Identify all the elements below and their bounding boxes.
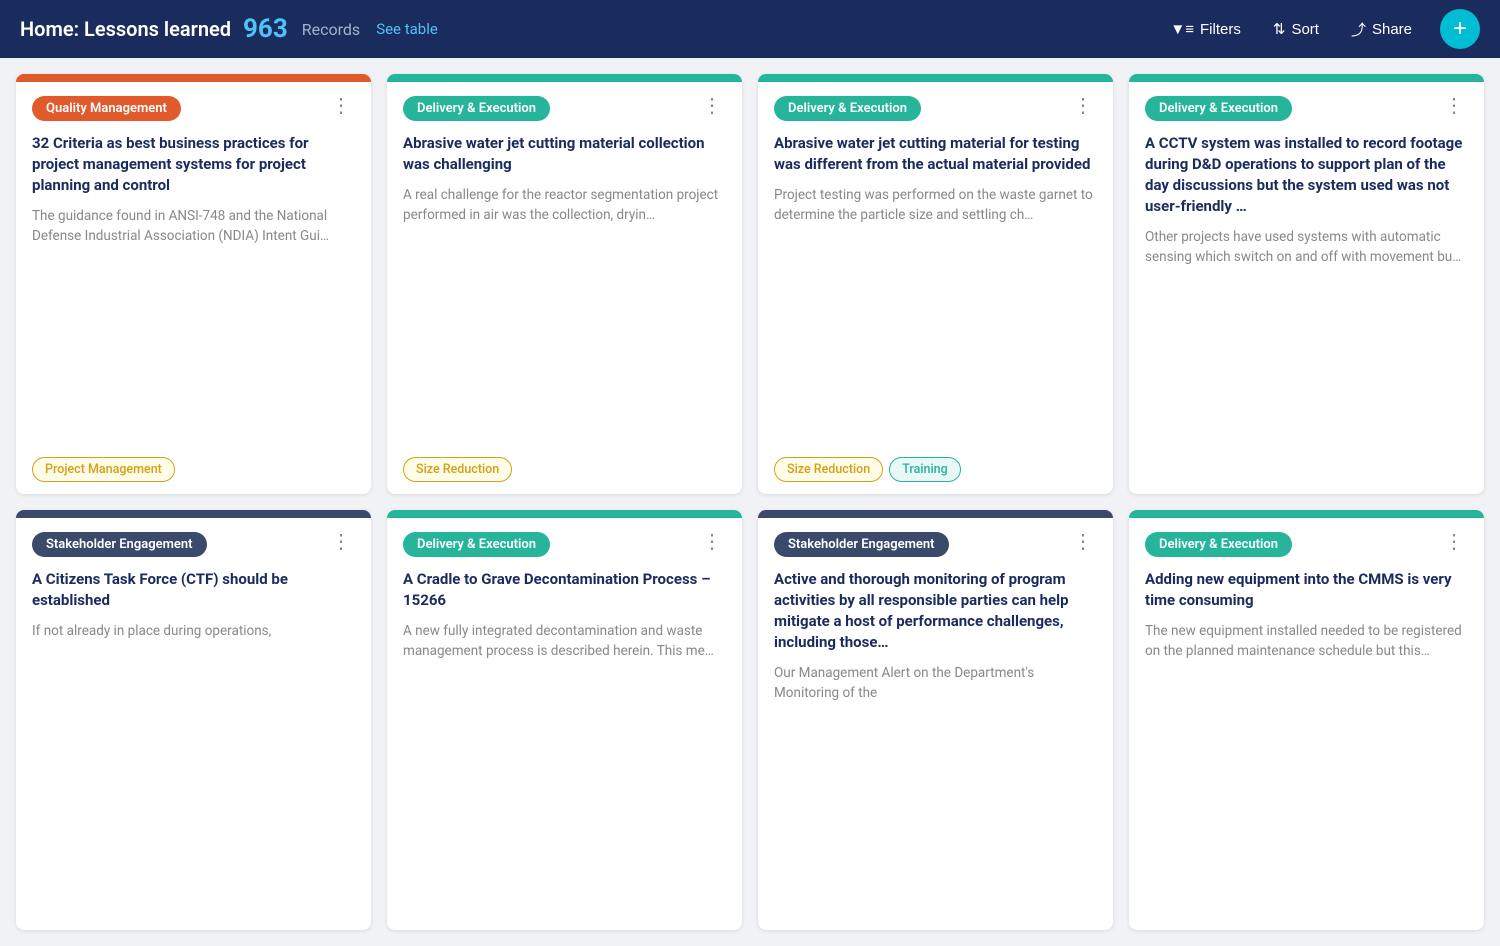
card-header-row: Delivery & Execution ⋮ — [403, 532, 726, 557]
card-tag: Training — [889, 457, 961, 482]
card-menu-button[interactable]: ⋮ — [1069, 532, 1097, 552]
card-item: Stakeholder Engagement ⋮ Active and thorou… — [758, 510, 1113, 930]
share-icon: ⤴ — [1351, 19, 1366, 40]
card-body: Delivery & Execution ⋮ A CCTV system was i… — [1129, 82, 1484, 494]
card-tags: Size Reduction — [403, 447, 726, 482]
card-title: Active and thorough monitoring of progra… — [774, 569, 1097, 653]
card-badge: Stakeholder Engagement — [32, 532, 207, 557]
card-title: Abrasive water jet cutting material coll… — [403, 133, 726, 175]
card-menu-button[interactable]: ⋮ — [327, 532, 355, 552]
card-tags: Size ReductionTraining — [774, 447, 1097, 482]
card-badge: Delivery & Execution — [774, 96, 921, 121]
card-top-bar — [387, 510, 742, 518]
card-top-bar — [758, 510, 1113, 518]
card-description: A new fully integrated decontamination a… — [403, 621, 726, 918]
card-description: The guidance found in ANSI-748 and the N… — [32, 206, 355, 433]
card-tags: Project Management — [32, 447, 355, 482]
card-description: If not already in place during operation… — [32, 621, 355, 918]
card-body: Stakeholder Engagement ⋮ Active and thorou… — [758, 518, 1113, 930]
card-header-row: Delivery & Execution ⋮ — [1145, 96, 1468, 121]
card-top-bar — [1129, 74, 1484, 82]
card-top-bar — [16, 74, 371, 82]
card-menu-button[interactable]: ⋮ — [327, 96, 355, 116]
sort-label: Sort — [1291, 21, 1319, 38]
card-header-row: Delivery & Execution ⋮ — [403, 96, 726, 121]
card-body: Stakeholder Engagement ⋮ A Citizens Task F… — [16, 518, 371, 930]
card-top-bar — [1129, 510, 1484, 518]
card-badge: Delivery & Execution — [403, 532, 550, 557]
card-title: 32 Criteria as best business practices f… — [32, 133, 355, 196]
card-tag: Project Management — [32, 457, 175, 482]
card-header-row: Delivery & Execution ⋮ — [774, 96, 1097, 121]
record-count: 963 — [243, 14, 288, 44]
sort-button[interactable]: ⇅ Sort — [1263, 14, 1329, 44]
card-description: Project testing was performed on the was… — [774, 185, 1097, 433]
card-menu-button[interactable]: ⋮ — [1069, 96, 1097, 116]
card-title: A CCTV system was installed to record fo… — [1145, 133, 1468, 217]
card-item: Delivery & Execution ⋮ A CCTV system was i… — [1129, 74, 1484, 494]
card-menu-button[interactable]: ⋮ — [1440, 532, 1468, 552]
card-item: Delivery & Execution ⋮ Abrasive water jet … — [758, 74, 1113, 494]
card-top-bar — [16, 510, 371, 518]
card-header-row: Quality Management ⋮ — [32, 96, 355, 121]
card-body: Delivery & Execution ⋮ A Cradle to Grave D… — [387, 518, 742, 930]
card-menu-button[interactable]: ⋮ — [1440, 96, 1468, 116]
card-body: Delivery & Execution ⋮ Abrasive water jet … — [758, 82, 1113, 494]
card-item: Delivery & Execution ⋮ Abrasive water jet … — [387, 74, 742, 494]
card-item: Delivery & Execution ⋮ A Cradle to Grave D… — [387, 510, 742, 930]
cards-grid: Quality Management ⋮ 32 Criteria as best b… — [0, 58, 1500, 946]
card-header-row: Delivery & Execution ⋮ — [1145, 532, 1468, 557]
card-badge: Delivery & Execution — [1145, 96, 1292, 121]
card-description: The new equipment installed needed to be… — [1145, 621, 1468, 918]
filters-label: Filters — [1200, 21, 1241, 38]
card-top-bar — [387, 74, 742, 82]
card-header-row: Stakeholder Engagement ⋮ — [32, 532, 355, 557]
share-label: Share — [1372, 21, 1412, 38]
card-menu-button[interactable]: ⋮ — [698, 96, 726, 116]
card-title: Abrasive water jet cutting material for … — [774, 133, 1097, 175]
card-badge: Delivery & Execution — [403, 96, 550, 121]
card-tag: Size Reduction — [403, 457, 512, 482]
card-top-bar — [758, 74, 1113, 82]
card-item: Delivery & Execution ⋮ Adding new equipmen… — [1129, 510, 1484, 930]
add-button[interactable]: + — [1440, 9, 1480, 49]
card-description: Our Management Alert on the Department's… — [774, 663, 1097, 918]
card-title: A Citizens Task Force (CTF) should be es… — [32, 569, 355, 611]
card-title: Adding new equipment into the CMMS is ve… — [1145, 569, 1468, 611]
share-button[interactable]: ⤴ Share — [1341, 13, 1422, 46]
app-header: Home: Lessons learned 963 Records See ta… — [0, 0, 1500, 58]
card-body: Quality Management ⋮ 32 Criteria as best b… — [16, 82, 371, 494]
card-body: Delivery & Execution ⋮ Abrasive water jet … — [387, 82, 742, 494]
filter-icon: ▼≡ — [1170, 21, 1194, 38]
card-badge: Stakeholder Engagement — [774, 532, 949, 557]
card-header-row: Stakeholder Engagement ⋮ — [774, 532, 1097, 557]
card-badge: Quality Management — [32, 96, 181, 121]
filters-button[interactable]: ▼≡ Filters — [1160, 15, 1250, 44]
card-menu-button[interactable]: ⋮ — [698, 532, 726, 552]
records-label: Records — [302, 20, 360, 39]
card-tag: Size Reduction — [774, 457, 883, 482]
card-description: Other projects have used systems with au… — [1145, 227, 1468, 482]
page-title: Home: Lessons learned — [20, 17, 231, 41]
see-table-link[interactable]: See table — [376, 20, 438, 38]
card-body: Delivery & Execution ⋮ Adding new equipmen… — [1129, 518, 1484, 930]
sort-icon: ⇅ — [1273, 20, 1286, 38]
card-item: Quality Management ⋮ 32 Criteria as best b… — [16, 74, 371, 494]
card-badge: Delivery & Execution — [1145, 532, 1292, 557]
card-description: A real challenge for the reactor segment… — [403, 185, 726, 433]
card-title: A Cradle to Grave Decontamination Proces… — [403, 569, 726, 611]
card-item: Stakeholder Engagement ⋮ A Citizens Task F… — [16, 510, 371, 930]
